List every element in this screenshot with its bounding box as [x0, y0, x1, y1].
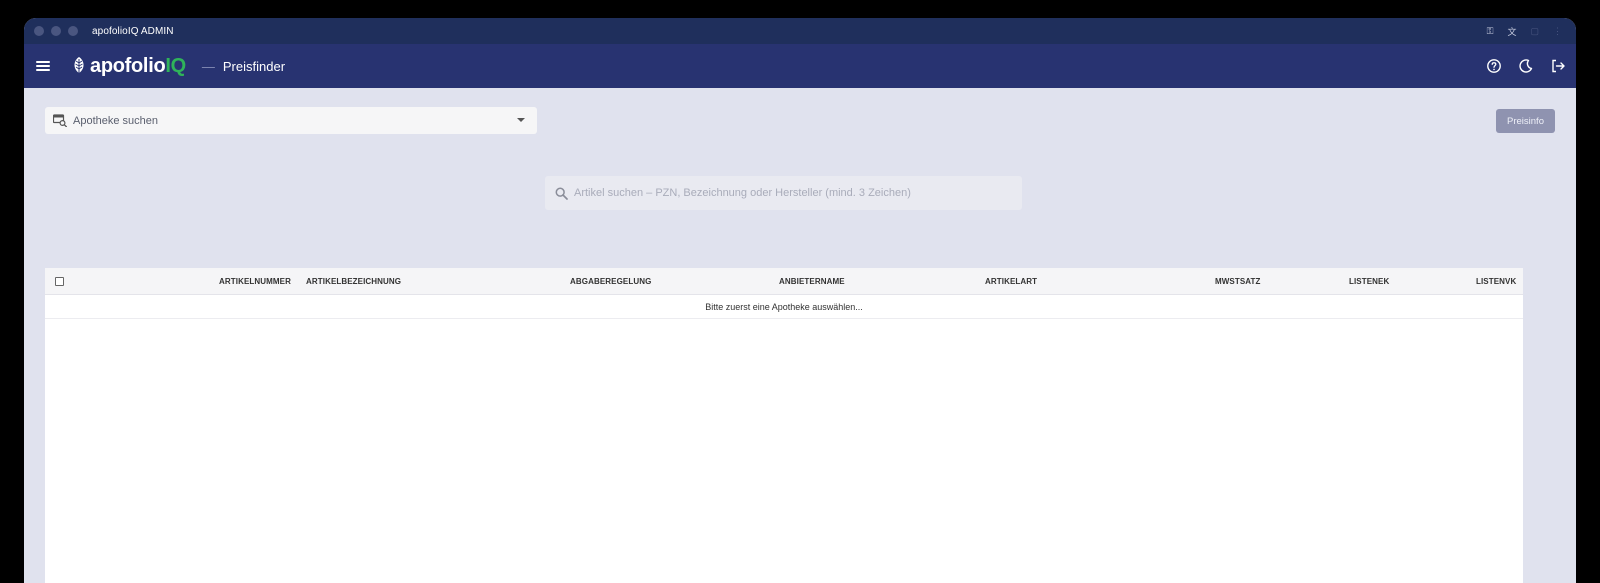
app-bar-actions — [1486, 44, 1566, 88]
article-table: ARTIKELNUMMER ARTIKELBEZEICHNUNG ABGABER… — [45, 268, 1523, 583]
window-controls — [34, 26, 78, 36]
window-title: apofolioIQ ADMIN — [92, 25, 174, 37]
dropdown-caret-icon — [517, 118, 525, 122]
logo-text-accent: IQ — [165, 54, 186, 77]
page-title: Preisfinder — [222, 58, 286, 74]
leaf-logo-icon — [74, 57, 84, 75]
more-icon[interactable]: ⋮ — [1553, 26, 1562, 37]
column-header-listenvk[interactable]: LISTENVK — [1476, 277, 1516, 286]
logo-text-main: apofolio — [90, 54, 166, 77]
search-icon — [555, 187, 568, 200]
extension-icon[interactable]: ▢ — [1530, 26, 1539, 37]
app-window: apofolioIQ ADMIN ⚿ 文 ▢ ⋮ apofolioIQ — Pr… — [24, 18, 1576, 583]
main-content: Apotheke suchen Preisinfo ARTIKELNUMMER … — [24, 88, 1576, 583]
maximize-window-button[interactable] — [68, 26, 78, 36]
pharmacy-select-placeholder: Apotheke suchen — [73, 114, 159, 127]
empty-table-message: Bitte zuerst eine Apotheke auswählen... — [705, 301, 863, 312]
dark-mode-icon[interactable] — [1518, 58, 1534, 74]
column-header-artikelnummer[interactable]: ARTIKELNUMMER — [219, 277, 291, 286]
title-separator: — — [201, 58, 215, 74]
column-header-anbietername[interactable]: ANBIETERNAME — [779, 277, 845, 286]
pharmacy-select[interactable]: Apotheke suchen — [45, 107, 537, 134]
menu-icon[interactable] — [36, 60, 50, 72]
column-header-mwstsatz[interactable]: MWSTSATZ — [1215, 277, 1261, 286]
select-all-checkbox[interactable] — [55, 277, 64, 286]
pharmacy-search-icon — [53, 114, 67, 127]
logout-icon[interactable] — [1550, 58, 1566, 74]
key-icon[interactable]: ⚿ — [1487, 26, 1494, 37]
preisinfo-button[interactable]: Preisinfo — [1496, 109, 1555, 133]
column-header-listenek[interactable]: LISTENEK — [1349, 277, 1389, 286]
column-header-artikelbezeichnung[interactable]: ARTIKELBEZEICHNUNG — [306, 277, 401, 286]
window-titlebar: apofolioIQ ADMIN ⚿ 文 ▢ ⋮ — [24, 18, 1576, 44]
article-search-input[interactable] — [574, 187, 1014, 199]
app-bar: apofolioIQ — Preisfinder — [24, 44, 1576, 88]
help-icon[interactable] — [1486, 58, 1502, 74]
column-header-artikelart[interactable]: ARTIKELART — [985, 277, 1037, 286]
minimize-window-button[interactable] — [51, 26, 61, 36]
app-logo[interactable]: apofolioIQ — [72, 55, 186, 78]
table-empty-row: Bitte zuerst eine Apotheke auswählen... — [45, 295, 1523, 319]
logo-text: apofolioIQ — [90, 55, 186, 78]
browser-extension-icons: ⚿ 文 ▢ ⋮ — [1487, 18, 1562, 44]
table-header: ARTIKELNUMMER ARTIKELBEZEICHNUNG ABGABER… — [45, 268, 1523, 295]
column-header-abgaberegelung[interactable]: ABGABEREGELUNG — [570, 277, 651, 286]
translate-icon[interactable]: 文 — [1507, 25, 1516, 38]
close-window-button[interactable] — [34, 26, 44, 36]
article-search-box[interactable] — [545, 176, 1022, 210]
